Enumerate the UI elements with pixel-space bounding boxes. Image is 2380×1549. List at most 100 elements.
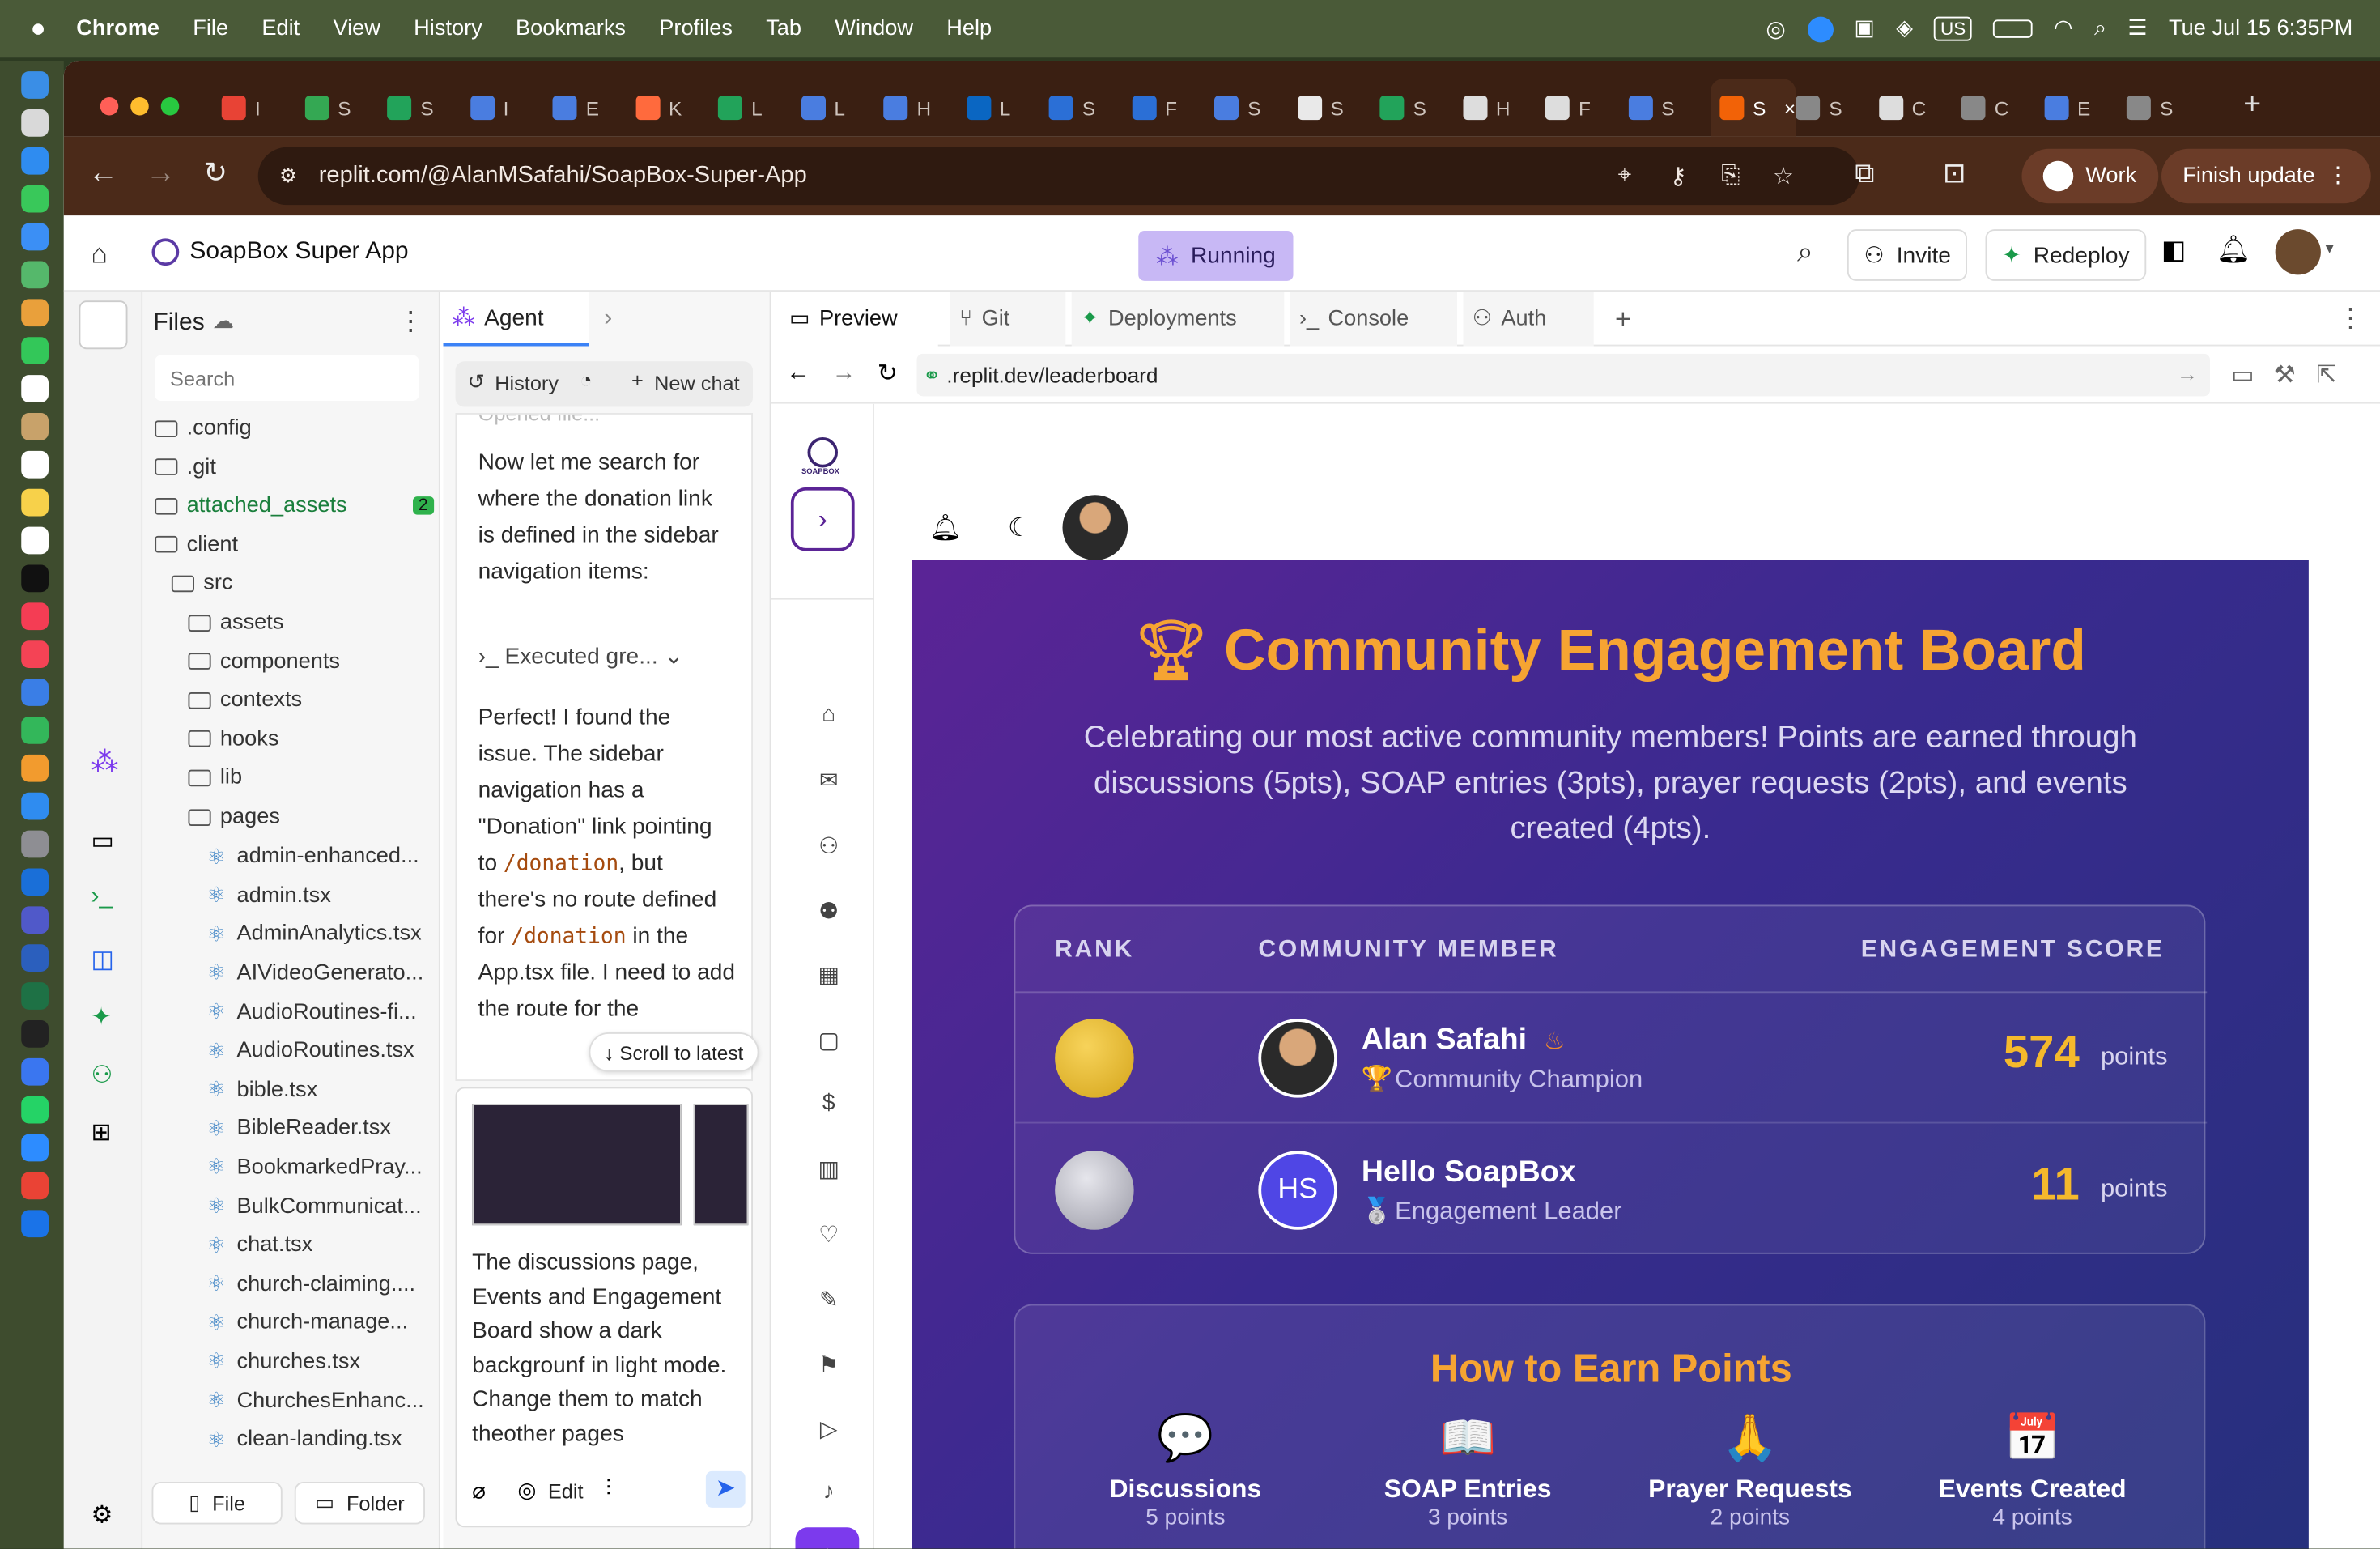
browser-tab[interactable]: E bbox=[553, 85, 635, 130]
back-icon[interactable]: ← bbox=[88, 156, 119, 191]
file-row[interactable]: ⚛ChurchesEnhanc... bbox=[155, 1388, 434, 1414]
folder-row[interactable]: components bbox=[155, 649, 434, 674]
new-chat-icon[interactable]: + bbox=[631, 369, 644, 392]
news-dock-icon[interactable] bbox=[21, 640, 49, 668]
whatsapp-dock-icon[interactable] bbox=[21, 1096, 49, 1124]
outlook-status-icon[interactable]: ▣ bbox=[1854, 17, 1875, 41]
file-row[interactable]: ⚛clean-landing.tsx bbox=[155, 1427, 434, 1453]
file-row[interactable]: ⚛admin-enhanced... bbox=[155, 844, 434, 870]
tab-auth[interactable]: ⚇ Auth bbox=[1464, 292, 1594, 347]
profile-button[interactable]: Work bbox=[2022, 149, 2158, 204]
file-row[interactable]: ⚛AIVideoGenerato... bbox=[155, 960, 434, 986]
tab-agent[interactable]: ⁂ Agent bbox=[444, 292, 589, 347]
agent-rail-icon[interactable]: ⁂ bbox=[91, 747, 119, 779]
edit-mode-label[interactable]: Edit bbox=[548, 1480, 584, 1503]
preview-reload-icon[interactable]: ↻ bbox=[878, 359, 898, 389]
browser-tab[interactable]: L bbox=[718, 85, 801, 130]
menu-history[interactable]: History bbox=[414, 17, 482, 41]
search-icon[interactable]: ⌕ bbox=[1797, 237, 1813, 270]
browser-tab[interactable]: F bbox=[1132, 85, 1214, 130]
messages-dock-icon[interactable] bbox=[21, 185, 49, 213]
close-tab-icon[interactable]: × bbox=[1784, 96, 1796, 119]
reload-icon[interactable]: ↻ bbox=[203, 156, 227, 191]
zoom-status-icon[interactable] bbox=[1807, 16, 1833, 42]
excel-dock-icon[interactable] bbox=[21, 982, 49, 1010]
browser-tab[interactable]: K bbox=[635, 85, 718, 130]
play-icon[interactable]: ▷ bbox=[814, 1415, 844, 1446]
folder-row[interactable]: assets bbox=[155, 611, 434, 635]
menu-clock[interactable]: Tue Jul 15 6:35PM bbox=[2169, 17, 2352, 41]
tab-active[interactable]: S× bbox=[1711, 79, 1796, 137]
shell-rail-icon[interactable]: ›_ bbox=[91, 883, 113, 911]
preview-back-icon[interactable]: ← bbox=[786, 360, 810, 387]
menu-window[interactable]: Window bbox=[835, 17, 913, 41]
chrome-dock-icon[interactable] bbox=[21, 1172, 49, 1200]
browser-tab[interactable]: S bbox=[2127, 85, 2209, 130]
location-icon[interactable]: ⌖ bbox=[1618, 163, 1631, 190]
database-rail-icon[interactable]: ◫ bbox=[91, 944, 114, 975]
mail-dock-icon[interactable] bbox=[21, 223, 49, 251]
browser-tab[interactable]: S bbox=[1049, 85, 1132, 130]
browser-tab[interactable]: E bbox=[2044, 85, 2127, 130]
open-new-window-icon[interactable]: ⇱ bbox=[2316, 360, 2336, 390]
browser-tab[interactable]: S bbox=[1796, 85, 1878, 130]
menu-bookmarks[interactable]: Bookmarks bbox=[516, 17, 626, 41]
scroll-to-latest-button[interactable]: ↓ Scroll to latest bbox=[589, 1032, 759, 1072]
status-icon[interactable]: ◎ bbox=[1766, 15, 1786, 43]
site-info-icon[interactable]: ⚙ bbox=[279, 164, 297, 189]
close-window-button[interactable] bbox=[100, 97, 119, 116]
spotlight-search-icon[interactable]: ⌕ bbox=[2094, 17, 2106, 41]
onepassword-dock-icon[interactable] bbox=[21, 1210, 49, 1237]
home-icon[interactable]: ⌂ bbox=[814, 701, 844, 732]
browser-tab[interactable]: S bbox=[387, 85, 470, 130]
chat-scroll[interactable]: Opened file... Now let me search for whe… bbox=[456, 413, 754, 1081]
table-row[interactable]: Alan Safahi ♨ 🏆 Community Champion 574 p… bbox=[1015, 993, 2207, 1123]
mail-icon[interactable]: ✉ bbox=[814, 767, 844, 798]
browser-tab[interactable]: I bbox=[470, 85, 552, 130]
attach-icon[interactable]: ⌀ bbox=[472, 1477, 486, 1504]
extensions-icon[interactable]: ⧉ bbox=[1855, 158, 1874, 189]
file-row[interactable]: ⚛church-manage... bbox=[155, 1310, 434, 1336]
preview-rail-icon[interactable]: ▭ bbox=[91, 826, 114, 857]
apple-icon[interactable]: ● bbox=[31, 14, 46, 45]
devices-icon[interactable]: ▭ bbox=[2231, 360, 2254, 390]
menu-view[interactable]: View bbox=[333, 17, 380, 41]
prompt-input[interactable]: The discussions page, Events and Engagem… bbox=[472, 1246, 742, 1451]
battery-icon[interactable] bbox=[1993, 19, 2033, 38]
deployments-rail-icon[interactable]: ✦ bbox=[91, 1002, 112, 1033]
file-row[interactable]: ⚛BookmarkedPray... bbox=[155, 1155, 434, 1181]
shell-tab-icon[interactable]: › bbox=[604, 305, 612, 333]
folder-row[interactable]: lib bbox=[155, 766, 434, 790]
gauge-icon[interactable]: ◔ bbox=[580, 369, 592, 392]
files-more-icon[interactable]: ⋮ bbox=[397, 307, 423, 338]
window-toggle-icon[interactable]: ◧ bbox=[2161, 236, 2186, 266]
new-chat-button[interactable]: New chat bbox=[654, 372, 740, 394]
browser-tab[interactable]: C bbox=[1878, 85, 1961, 130]
launchpad-dock-icon[interactable] bbox=[21, 109, 49, 137]
address-text[interactable]: replit.com/@AlanMSafahi/SoapBox-Super-Ap… bbox=[319, 163, 807, 190]
devtools-icon[interactable]: ⚒ bbox=[2274, 360, 2296, 390]
word-dock-icon[interactable] bbox=[21, 944, 49, 972]
tv-dock-icon[interactable] bbox=[21, 565, 49, 593]
menu-tab[interactable]: Tab bbox=[766, 17, 801, 41]
history-icon[interactable]: ↺ bbox=[468, 371, 485, 395]
folder-row[interactable]: attached_assets2 bbox=[155, 494, 434, 518]
minimize-window-button[interactable] bbox=[130, 97, 149, 116]
maps-dock-icon[interactable] bbox=[21, 262, 49, 289]
file-row[interactable]: ⚛church-claiming.... bbox=[155, 1271, 434, 1297]
facetime-dock-icon[interactable] bbox=[21, 337, 49, 364]
project-name[interactable]: SoapBox Super App bbox=[189, 238, 408, 266]
home-icon[interactable]: ⌂ bbox=[91, 238, 108, 270]
forward-icon[interactable]: → bbox=[146, 156, 176, 191]
pages-dock-icon[interactable] bbox=[21, 755, 49, 782]
appstore-dock-icon[interactable] bbox=[21, 793, 49, 820]
tab-preview[interactable]: ▭ Preview bbox=[771, 292, 938, 347]
expand-sidebar-button[interactable]: › bbox=[791, 487, 855, 551]
redeploy-button[interactable]: ✦ Redeploy bbox=[1986, 229, 2147, 281]
soapbox-logo[interactable] bbox=[808, 437, 839, 468]
file-row[interactable]: ⚛AdminAnalytics.tsx bbox=[155, 921, 434, 947]
edit-mode-icon[interactable]: ◎ bbox=[517, 1477, 536, 1503]
safari-dock-icon[interactable] bbox=[21, 147, 49, 175]
browser-tab[interactable]: L bbox=[966, 85, 1048, 130]
send-button[interactable]: ➤ bbox=[706, 1471, 746, 1508]
